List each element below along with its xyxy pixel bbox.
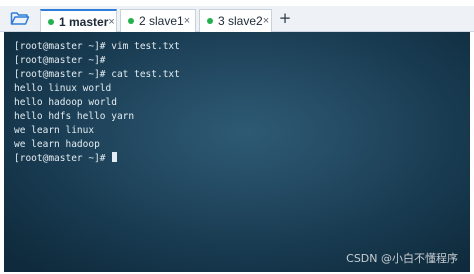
tab-master[interactable]: 1 master × — [40, 9, 117, 32]
tab-slave1[interactable]: 2 slave1 × — [120, 9, 196, 32]
tab-bar: 1 master × 2 slave1 × 3 slave2 × + — [0, 6, 474, 32]
terminal-line: hello hadoop world — [14, 97, 117, 108]
terminal-line: hello linux world — [14, 83, 112, 94]
terminal-pane[interactable]: [root@master ~]# vim test.txt [root@mast… — [4, 32, 470, 272]
terminal-line: we learn hadoop — [14, 139, 100, 150]
open-folder-button[interactable] — [6, 8, 34, 28]
terminal-output: [root@master ~]# vim test.txt [root@mast… — [14, 40, 180, 166]
terminal-window: 1 master × 2 slave1 × 3 slave2 × + [root… — [0, 0, 474, 274]
add-tab-button[interactable]: + — [277, 9, 293, 27]
terminal-line: [root@master ~]# vim test.txt — [14, 41, 180, 52]
terminal-line: we learn linux — [14, 125, 95, 136]
terminal-prompt: [root@master ~]# — [14, 153, 106, 164]
status-dot-icon — [207, 18, 213, 24]
tab-label: 1 master — [59, 14, 109, 29]
close-icon[interactable]: × — [184, 15, 190, 27]
status-dot-icon — [48, 18, 54, 25]
terminal-line: [root@master ~]# — [14, 55, 106, 66]
close-icon[interactable]: × — [263, 15, 269, 27]
tab-label: 2 slave1 — [139, 14, 184, 28]
cursor — [112, 152, 118, 162]
terminal-line: [root@master ~]# cat test.txt — [14, 69, 180, 80]
tab-slave2[interactable]: 3 slave2 × — [199, 9, 272, 32]
watermark: CSDN @小白不懂程序 — [346, 252, 458, 265]
tab-label: 3 slave2 — [218, 14, 263, 28]
terminal-prompt-line: [root@master ~]# — [14, 152, 180, 166]
terminal-line: hello hdfs hello yarn — [14, 111, 135, 122]
status-dot-icon — [128, 18, 134, 24]
close-icon[interactable]: × — [108, 16, 114, 28]
folder-icon — [10, 12, 30, 25]
